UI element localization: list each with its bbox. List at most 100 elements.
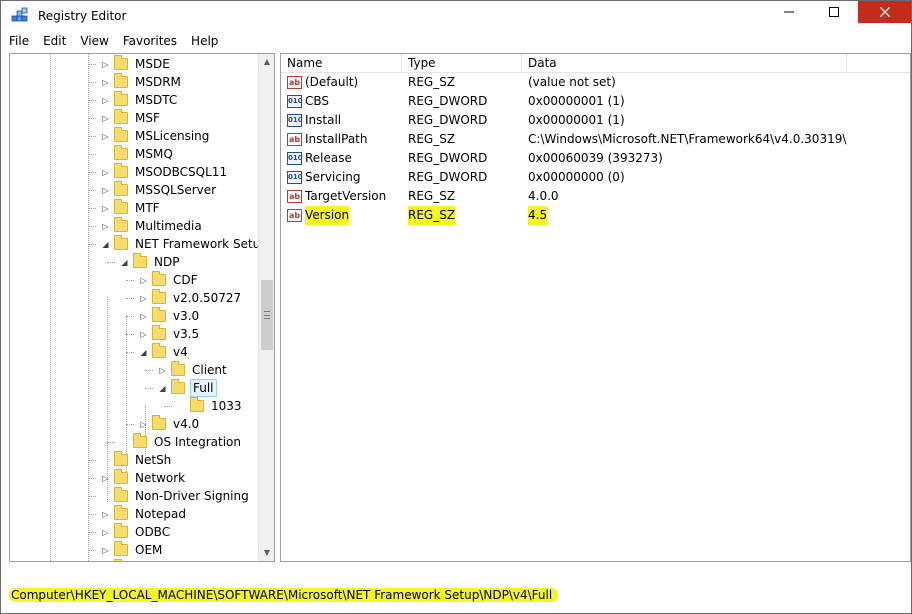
- tree-item[interactable]: ▷ MSDE: [10, 55, 258, 73]
- tree-item-label[interactable]: MSDE: [133, 55, 172, 73]
- tree-item[interactable]: ▷ v3.5: [10, 325, 258, 343]
- menu-view[interactable]: View: [73, 32, 115, 51]
- tree-item[interactable]: ▷ MSDTC: [10, 91, 258, 109]
- value-name[interactable]: InstallPath: [305, 130, 367, 149]
- tree-item[interactable]: ◢ v4: [10, 343, 258, 361]
- value-name[interactable]: Release: [305, 149, 352, 168]
- expand-arrow-icon[interactable]: ▷: [101, 510, 110, 519]
- menu-favorites[interactable]: Favorites: [116, 32, 184, 51]
- tree-item[interactable]: ▷ MTF: [10, 199, 258, 217]
- expand-arrow-icon[interactable]: ▷: [158, 366, 167, 375]
- tree-item[interactable]: ▷ MSDRM: [10, 73, 258, 91]
- expand-arrow-icon[interactable]: ▷: [101, 96, 110, 105]
- collapse-arrow-icon[interactable]: ◢: [158, 384, 167, 393]
- expand-arrow-icon[interactable]: ▷: [101, 186, 110, 195]
- tree-item-label[interactable]: Network: [133, 469, 187, 487]
- expand-arrow-icon[interactable]: ▷: [139, 294, 148, 303]
- expand-arrow-icon[interactable]: ▷: [101, 222, 110, 231]
- tree-item-label[interactable]: Offline: [133, 559, 176, 561]
- tree-item[interactable]: ▷Offline: [10, 559, 258, 561]
- tree-item[interactable]: ◢ NET Framework Setup: [10, 235, 258, 253]
- tree-item-label[interactable]: Full: [190, 379, 217, 397]
- scroll-thumb[interactable]: [261, 280, 273, 350]
- value-row[interactable]: ab Version REG_SZ 4.5: [281, 206, 910, 225]
- expand-arrow-icon[interactable]: ▷: [101, 528, 110, 537]
- minimize-button[interactable]: [766, 1, 811, 23]
- key-tree[interactable]: ▷ MSDE ▷ MSDRM ▷ MSDTC ▷ MSF ▷ MSLicensing MSMQ ▷ MS…: [10, 54, 258, 561]
- tree-item[interactable]: ▷ v4.0: [10, 415, 258, 433]
- tree-item[interactable]: NetSh: [10, 451, 258, 469]
- key-tree-pane[interactable]: ▷ MSDE ▷ MSDRM ▷ MSDTC ▷ MSF ▷ MSLicensing MSMQ ▷ MS…: [9, 53, 275, 562]
- expand-arrow-icon[interactable]: ▷: [101, 474, 110, 483]
- tree-item-label[interactable]: 1033: [209, 397, 244, 415]
- tree-item[interactable]: ▷ v3.0: [10, 307, 258, 325]
- tree-item[interactable]: ▷ MSODBCSQL11: [10, 163, 258, 181]
- tree-item-label[interactable]: v2.0.50727: [171, 289, 243, 307]
- value-row[interactable]: 010 CBS REG_DWORD 0x00000001 (1): [281, 92, 910, 111]
- tree-item-label[interactable]: Notepad: [133, 505, 188, 523]
- tree-item[interactable]: ◢ NDP: [10, 253, 258, 271]
- expand-arrow-icon[interactable]: ▷: [139, 420, 148, 429]
- value-row[interactable]: 010 Release REG_DWORD 0x00060039 (393273): [281, 149, 910, 168]
- maximize-button[interactable]: [811, 1, 856, 23]
- title-bar[interactable]: Registry Editor: [1, 1, 911, 31]
- expand-arrow-icon[interactable]: ▷: [101, 168, 110, 177]
- collapse-arrow-icon[interactable]: ◢: [101, 240, 110, 249]
- close-button[interactable]: [858, 1, 911, 23]
- expand-arrow-icon[interactable]: ▷: [101, 204, 110, 213]
- tree-item-label[interactable]: OS Integration: [152, 433, 243, 451]
- values-pane[interactable]: Name Type Data ab (Default) REG_SZ (value n…: [280, 53, 911, 562]
- tree-item[interactable]: ◢ Full: [10, 379, 258, 397]
- expand-arrow-icon[interactable]: ▷: [101, 78, 110, 87]
- tree-item-label[interactable]: v3.5: [171, 325, 201, 343]
- tree-item-label[interactable]: Non-Driver Signing: [133, 487, 251, 505]
- tree-item[interactable]: ▷ Notepad: [10, 505, 258, 523]
- value-row[interactable]: ab (Default) REG_SZ (value not set): [281, 73, 910, 92]
- tree-item-label[interactable]: MSMQ: [133, 145, 175, 163]
- tree-item[interactable]: ▷ OEM: [10, 541, 258, 559]
- value-name[interactable]: TargetVersion: [305, 187, 386, 206]
- tree-item[interactable]: Non-Driver Signing: [10, 487, 258, 505]
- tree-item-label[interactable]: ODBC: [133, 523, 172, 541]
- expand-arrow-icon[interactable]: ▷: [139, 312, 148, 321]
- tree-item-label[interactable]: MSF: [133, 109, 162, 127]
- tree-item-label[interactable]: MSODBCSQL11: [133, 163, 229, 181]
- tree-item-label[interactable]: NetSh: [133, 451, 173, 469]
- expand-arrow-icon[interactable]: ▷: [139, 330, 148, 339]
- tree-item-label[interactable]: OEM: [133, 541, 164, 559]
- scroll-down-arrow-icon[interactable]: ▼: [259, 545, 274, 561]
- collapse-arrow-icon[interactable]: ◢: [120, 258, 129, 267]
- tree-item[interactable]: ▷ Client: [10, 361, 258, 379]
- tree-item[interactable]: ▷ CDF: [10, 271, 258, 289]
- value-name[interactable]: CBS: [305, 92, 329, 111]
- value-row[interactable]: ab InstallPath REG_SZ C:\Windows\Microsoft.…: [281, 130, 910, 149]
- tree-item-label[interactable]: v4.0: [171, 415, 201, 433]
- column-header-name[interactable]: Name: [281, 54, 402, 73]
- column-header-type[interactable]: Type: [402, 54, 522, 73]
- tree-item[interactable]: 1033: [10, 397, 258, 415]
- expand-arrow-icon[interactable]: ▷: [139, 276, 148, 285]
- expand-arrow-icon[interactable]: ▷: [101, 132, 110, 141]
- tree-vertical-scrollbar[interactable]: ▲ ▼: [258, 54, 274, 561]
- value-name[interactable]: Version: [305, 206, 350, 225]
- value-name[interactable]: (Default): [305, 73, 358, 92]
- expand-arrow-icon[interactable]: ▷: [101, 60, 110, 69]
- tree-item-label[interactable]: Client: [190, 361, 229, 379]
- tree-item[interactable]: ▷ MSLicensing: [10, 127, 258, 145]
- tree-item[interactable]: ▷ MSSQLServer: [10, 181, 258, 199]
- tree-item-label[interactable]: v4: [171, 343, 190, 361]
- value-row[interactable]: 010 Servicing REG_DWORD 0x00000000 (0): [281, 168, 910, 187]
- value-name[interactable]: Servicing: [305, 168, 361, 187]
- collapse-arrow-icon[interactable]: ◢: [139, 348, 148, 357]
- tree-item[interactable]: OS Integration: [10, 433, 258, 451]
- value-row[interactable]: ab TargetVersion REG_SZ 4.0.0: [281, 187, 910, 206]
- expand-arrow-icon[interactable]: ▷: [101, 114, 110, 123]
- tree-item-label[interactable]: MTF: [133, 199, 162, 217]
- expand-arrow-icon[interactable]: ▷: [101, 546, 110, 555]
- tree-item[interactable]: ▷ ODBC: [10, 523, 258, 541]
- tree-item-label[interactable]: v3.0: [171, 307, 201, 325]
- tree-item-label[interactable]: CDF: [171, 271, 200, 289]
- scroll-up-arrow-icon[interactable]: ▲: [259, 54, 274, 70]
- column-header-data[interactable]: Data: [522, 54, 847, 73]
- tree-item-label[interactable]: NET Framework Setup: [133, 235, 258, 253]
